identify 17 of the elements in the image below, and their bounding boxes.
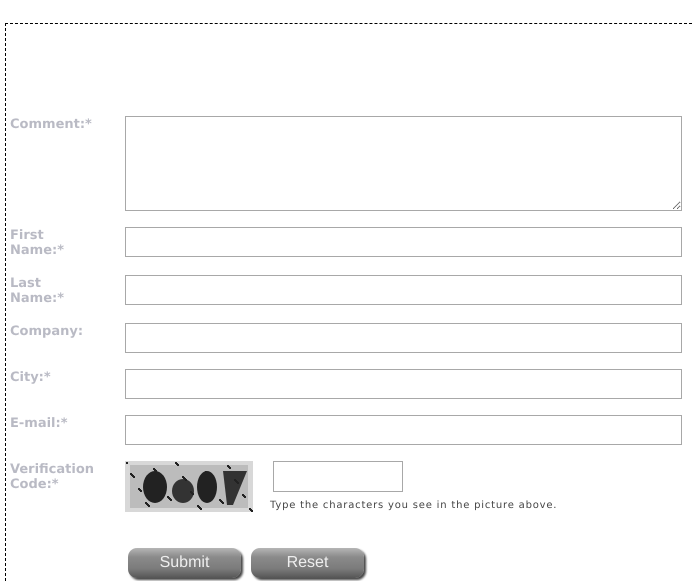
- field-label: City:*: [10, 368, 52, 386]
- reset-button[interactable]: Reset: [251, 548, 364, 578]
- submit-button[interactable]: Submit: [128, 548, 241, 578]
- field-label: First Name:*: [10, 227, 66, 259]
- verification-field[interactable]: [273, 460, 403, 492]
- field-label: Comment:*: [10, 116, 92, 133]
- input-field[interactable]: [125, 368, 682, 399]
- input-field[interactable]: [125, 227, 682, 257]
- field-label: E-mail:*: [10, 414, 69, 432]
- input-field[interactable]: [125, 414, 682, 445]
- field-label: Last Name:*: [10, 274, 66, 307]
- field-label: Company:: [10, 322, 84, 340]
- hint-text: Type the characters you see in the picture above.: [270, 500, 558, 511]
- input-field[interactable]: [125, 322, 682, 353]
- field-label: Verification Code:*: [10, 460, 94, 493]
- comment-field[interactable]: [125, 116, 682, 211]
- input-field[interactable]: [125, 274, 682, 305]
